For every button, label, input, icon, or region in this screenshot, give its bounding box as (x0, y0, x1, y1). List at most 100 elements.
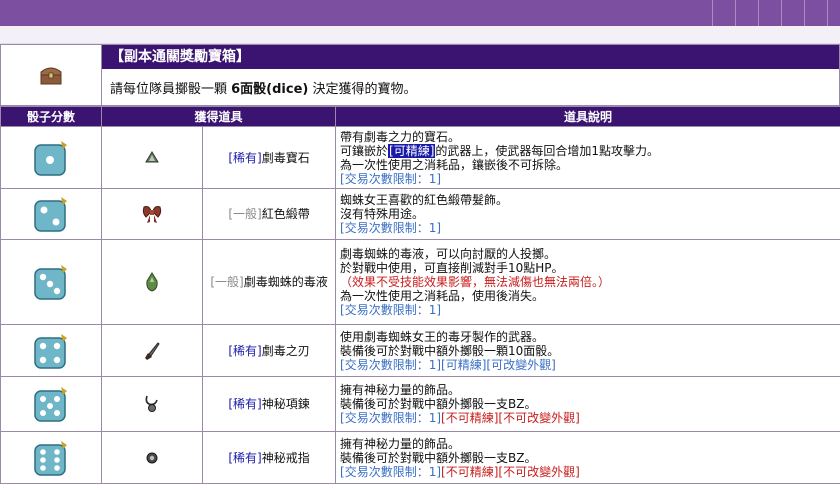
item-name: 神秘項鍊 (261, 397, 310, 411)
desc-text: 的武器上，使武器每回合增加1點攻擊力。 (435, 143, 660, 158)
item-icon-cell (101, 126, 203, 189)
item-name: 紅色緞帶 (261, 207, 310, 221)
trade-info-line: [交易次數限制：1][不可精練][不可改變外觀] (340, 465, 836, 479)
table-row: [稀有]神秘項鍊 擁有神秘力量的飾品。 裝備後可於對戰中額外擲骰一支BZ。 [交… (0, 376, 840, 432)
desc-warning: （效果不受技能效果影響，無法減傷也無法兩倍。） (340, 275, 611, 289)
item-description: 蜘蛛女王喜歡的紅色緞帶髮飾。 沒有特殊用途。 [交易次數限制：1] (335, 188, 840, 240)
dice-icon (34, 265, 67, 300)
table-row: [稀有]神秘戒指 擁有神秘力量的飾品。 裝備後可於對戰中額外擲骰一支BZ。 [交… (0, 431, 840, 484)
desc-line: 於對戰中使用，可直接削減對手10點HP。 (340, 261, 564, 275)
dice-cell (0, 431, 102, 484)
no-appearance-tag: [不可改變外觀] (498, 411, 580, 425)
refinable-tag: [可精練] (441, 357, 487, 372)
column-dice-score: 骰子分數 (0, 106, 102, 127)
dice-cell (0, 324, 102, 377)
poison-vial-icon (146, 272, 158, 292)
reward-header: 【副本通關獎勵寶箱】 請每位隊員擲骰一顆 6面骰(dice) 決定獲得的寶物。 (0, 44, 840, 106)
dice-icon (34, 197, 67, 232)
not-refinable-tag: [不可精練] (441, 411, 499, 425)
dice-cell (0, 126, 102, 189)
mystic-ring-icon (146, 452, 158, 464)
desc-line: 裝備後可於對戰中額外擲骰一顆10面骰。 (340, 343, 560, 358)
item-name: 劇毒寶石 (261, 150, 310, 165)
item-description: 劇毒蜘蛛的毒液，可以向討厭的人投擲。 於對戰中使用，可直接削減對手10點HP。 … (335, 239, 840, 325)
refinable-tag: [可精練] (388, 143, 436, 158)
dice-cell (0, 239, 102, 325)
item-icon-cell (101, 376, 203, 432)
desc-line: 擁有神秘力量的飾品。 (340, 383, 461, 397)
item-grade: [一般] (210, 275, 244, 289)
item-grade: [稀有] (228, 450, 262, 465)
desc-line: 為一次性使用之消耗品，鑲嵌後不可拆除。 (340, 157, 569, 172)
item-description: 帶有劇毒之力的寶石。 可鑲嵌於[可精練]的武器上，使武器每回合增加1點攻擊力。 … (335, 126, 840, 189)
trade-limit: [交易次數限制：1] (340, 357, 442, 372)
desc-line: 使用劇毒蜘蛛女王的毒牙製作的武器。 (340, 329, 545, 344)
item-name-cell: [稀有]神秘項鍊 (201, 376, 337, 432)
item-name-cell: [一般]劇毒蜘蛛的毒液 (201, 239, 337, 325)
item-grade: [稀有] (228, 150, 262, 165)
instruction-post: 決定獲得的寶物。 (308, 82, 417, 97)
reward-title: 【副本通關獎勵寶箱】 (102, 45, 839, 69)
treasure-chest-icon (40, 67, 62, 85)
item-icon-cell (101, 239, 203, 325)
trade-limit: [交易次數限制：1] (340, 303, 442, 317)
desc-line: 裝備後可於對戰中額外擲骰一支BZ。 (340, 397, 537, 411)
item-grade: [稀有] (228, 343, 262, 358)
desc-line: 裝備後可於對戰中額外擲骰一支BZ。 (340, 450, 537, 465)
dice-icon (34, 333, 67, 369)
item-description: 擁有神秘力量的飾品。 裝備後可於對戰中額外擲骰一支BZ。 [交易次數限制：1][… (335, 376, 840, 432)
item-icon-cell (101, 431, 203, 484)
desc-line: 可鑲嵌於[可精練]的武器上，使武器每回合增加1點攻擊力。 (340, 143, 836, 158)
trade-info-line: [交易次數限制：1][不可精練][不可改變外觀] (340, 411, 836, 425)
item-name-cell: [稀有]劇毒寶石 (201, 126, 337, 189)
dice-cell (0, 188, 102, 240)
item-description: 使用劇毒蜘蛛女王的毒牙製作的武器。 裝備後可於對戰中額外擲骰一顆10面骰。 [交… (335, 324, 840, 377)
item-name: 劇毒蜘蛛的毒液 (243, 275, 328, 289)
item-name-cell: [稀有]劇毒之刃 (201, 324, 337, 377)
item-name: 神秘戒指 (261, 450, 310, 465)
item-grade: [一般] (228, 207, 262, 221)
dice-icon (34, 140, 67, 176)
item-name-cell: [稀有]神秘戒指 (201, 431, 337, 484)
instruction-dice: 6面骰(dice) (231, 82, 309, 97)
poison-blade-icon (145, 341, 160, 360)
top-stripe (0, 26, 840, 44)
instruction-pre: 請每位隊員擲骰一顆 (110, 82, 232, 97)
trade-limit: [交易次數限制：1] (340, 171, 442, 186)
no-appearance-tag: [不可改變外觀] (498, 464, 580, 479)
trade-limit: [交易次數限制：1] (340, 221, 442, 235)
desc-line: 擁有神秘力量的飾品。 (340, 436, 461, 451)
reward-table: 骰子分數 獲得道具 道具說明 [稀有]劇毒寶石 帶有劇毒之力的寶石。 可鑲嵌於[… (0, 106, 840, 484)
desc-line: 劇毒蜘蛛的毒液，可以向討厭的人投擲。 (340, 247, 557, 261)
table-row: [稀有]劇毒寶石 帶有劇毒之力的寶石。 可鑲嵌於[可精練]的武器上，使武器每回合… (0, 126, 840, 189)
desc-line: 為一次性使用之消耗品，使用後消失。 (340, 289, 545, 303)
poison-gem-icon (145, 150, 159, 162)
column-item: 獲得道具 (100, 106, 337, 127)
trade-limit: [交易次數限制：1] (340, 411, 442, 425)
trade-info-line: [交易次數限制：1][可精練][可改變外觀] (340, 358, 836, 372)
table-row: [一般]紅色緞帶 蜘蛛女王喜歡的紅色緞帶髮飾。 沒有特殊用途。 [交易次數限制：… (0, 188, 840, 240)
dice-cell (0, 376, 102, 432)
item-name: 劇毒之刃 (261, 343, 310, 358)
reward-instruction: 請每位隊員擲骰一顆 6面骰(dice) 決定獲得的寶物。 (110, 78, 417, 97)
desc-line: 帶有劇毒之力的寶石。 (340, 129, 461, 144)
not-refinable-tag: [不可精練] (441, 464, 499, 479)
table-row: [一般]劇毒蜘蛛的毒液 劇毒蜘蛛的毒液，可以向討厭的人投擲。 於對戰中使用，可直… (0, 239, 840, 325)
top-banner-pattern (690, 0, 840, 26)
desc-line: 蜘蛛女王喜歡的紅色緞帶髮飾。 (340, 193, 509, 207)
item-grade: [稀有] (228, 397, 262, 411)
item-icon-cell (101, 324, 203, 377)
desc-line: 沒有特殊用途。 (340, 207, 425, 221)
table-header-row: 骰子分數 獲得道具 道具說明 (0, 106, 840, 127)
red-ribbon-icon (142, 206, 162, 223)
column-description: 道具說明 (335, 106, 840, 127)
item-name-cell: [一般]紅色緞帶 (201, 188, 337, 240)
table-row: [稀有]劇毒之刃 使用劇毒蜘蛛女王的毒牙製作的武器。 裝備後可於對戰中額外擲骰一… (0, 324, 840, 377)
desc-text: 可鑲嵌於 (340, 143, 389, 158)
chest-cell (1, 45, 102, 105)
trade-limit: [交易次數限制：1] (340, 464, 442, 479)
item-icon-cell (101, 188, 203, 240)
appearance-tag: [可改變外觀] (486, 357, 556, 372)
dice-icon (34, 387, 67, 422)
top-banner (0, 0, 840, 27)
